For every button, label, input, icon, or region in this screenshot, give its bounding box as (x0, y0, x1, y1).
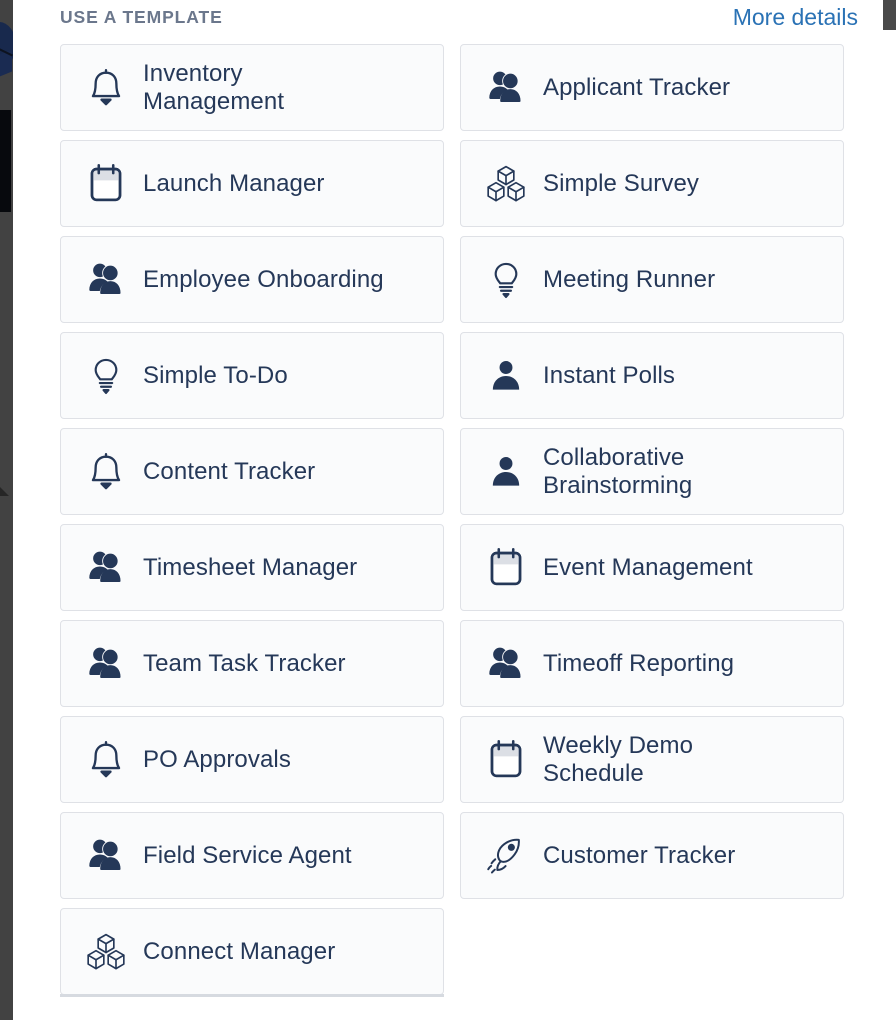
template-card-label: Weekly Demo Schedule (543, 731, 694, 787)
template-card-label: Event Management (543, 553, 753, 581)
person-icon (483, 353, 529, 399)
template-card[interactable]: Employee Onboarding (60, 236, 444, 323)
template-card[interactable]: Field Service Agent (60, 812, 444, 899)
template-card[interactable]: Team Task Tracker (60, 620, 444, 707)
template-card-label: Collaborative Brainstorming (543, 443, 693, 499)
browser-chrome-left-strip (0, 0, 13, 1020)
decorative-black-block (0, 110, 11, 212)
person-icon (483, 449, 529, 495)
template-card-label: Field Service Agent (143, 841, 352, 869)
template-card[interactable]: Customer Tracker (460, 812, 844, 899)
template-card-label: Connect Manager (143, 937, 336, 965)
template-card-label: Inventory Management (143, 59, 285, 115)
template-card[interactable]: Instant Polls (460, 332, 844, 419)
people-icon (483, 65, 529, 111)
template-card-label: Simple Survey (543, 169, 700, 197)
template-card-label: Timeoff Reporting (543, 649, 735, 677)
calendar-icon (483, 737, 529, 783)
calendar-icon (83, 161, 129, 207)
template-card-label: Employee Onboarding (143, 265, 384, 293)
template-card[interactable]: Weekly Demo Schedule (460, 716, 844, 803)
template-card[interactable]: Timesheet Manager (60, 524, 444, 611)
template-card[interactable]: Event Management (460, 524, 844, 611)
section-header: USE A TEMPLATE More details (60, 0, 860, 34)
template-card-label: Content Tracker (143, 457, 316, 485)
people-icon (83, 833, 129, 879)
template-card[interactable]: Meeting Runner (460, 236, 844, 323)
template-panel: USE A TEMPLATE More details Inventory Ma… (13, 0, 883, 1020)
template-grid: Inventory Management Applicant Tracker Lau… (60, 44, 860, 995)
people-icon (83, 641, 129, 687)
people-icon (83, 545, 129, 591)
grid-bottom-divider (60, 994, 444, 997)
bell-icon (83, 65, 129, 111)
rocket-icon (483, 833, 529, 879)
page-title: USE A TEMPLATE (60, 6, 223, 27)
template-card[interactable]: Connect Manager (60, 908, 444, 995)
template-card[interactable]: Collaborative Brainstorming (460, 428, 844, 515)
cubes-icon (483, 161, 529, 207)
template-card[interactable]: Timeoff Reporting (460, 620, 844, 707)
cubes-icon (83, 929, 129, 975)
template-card[interactable]: Simple Survey (460, 140, 844, 227)
template-card-label: Timesheet Manager (143, 553, 358, 581)
template-card-label: PO Approvals (143, 745, 291, 773)
template-grid-empty-cell (460, 908, 844, 995)
template-card-label: Team Task Tracker (143, 649, 346, 677)
template-card[interactable]: Content Tracker (60, 428, 444, 515)
template-card[interactable]: PO Approvals (60, 716, 444, 803)
template-card[interactable]: Applicant Tracker (460, 44, 844, 131)
template-card-label: Applicant Tracker (543, 73, 731, 101)
template-card-label: Launch Manager (143, 169, 325, 197)
lightbulb-icon (483, 257, 529, 303)
template-card[interactable]: Launch Manager (60, 140, 444, 227)
decorative-tick-mark (0, 487, 9, 496)
template-card-label: Simple To-Do (143, 361, 288, 389)
chrome-right-dark-block (883, 0, 896, 30)
template-picker-screen: USE A TEMPLATE More details Inventory Ma… (0, 0, 896, 1020)
calendar-icon (483, 545, 529, 591)
template-card[interactable]: Simple To-Do (60, 332, 444, 419)
people-icon (83, 257, 129, 303)
template-card[interactable]: Inventory Management (60, 44, 444, 131)
template-card-label: Customer Tracker (543, 841, 736, 869)
template-card-label: Instant Polls (543, 361, 676, 389)
bell-icon (83, 449, 129, 495)
lightbulb-icon (83, 353, 129, 399)
people-icon (483, 641, 529, 687)
more-details-link[interactable]: More details (733, 4, 860, 31)
browser-chrome-right-strip (883, 0, 896, 1020)
template-card-label: Meeting Runner (543, 265, 716, 293)
bell-icon (83, 737, 129, 783)
